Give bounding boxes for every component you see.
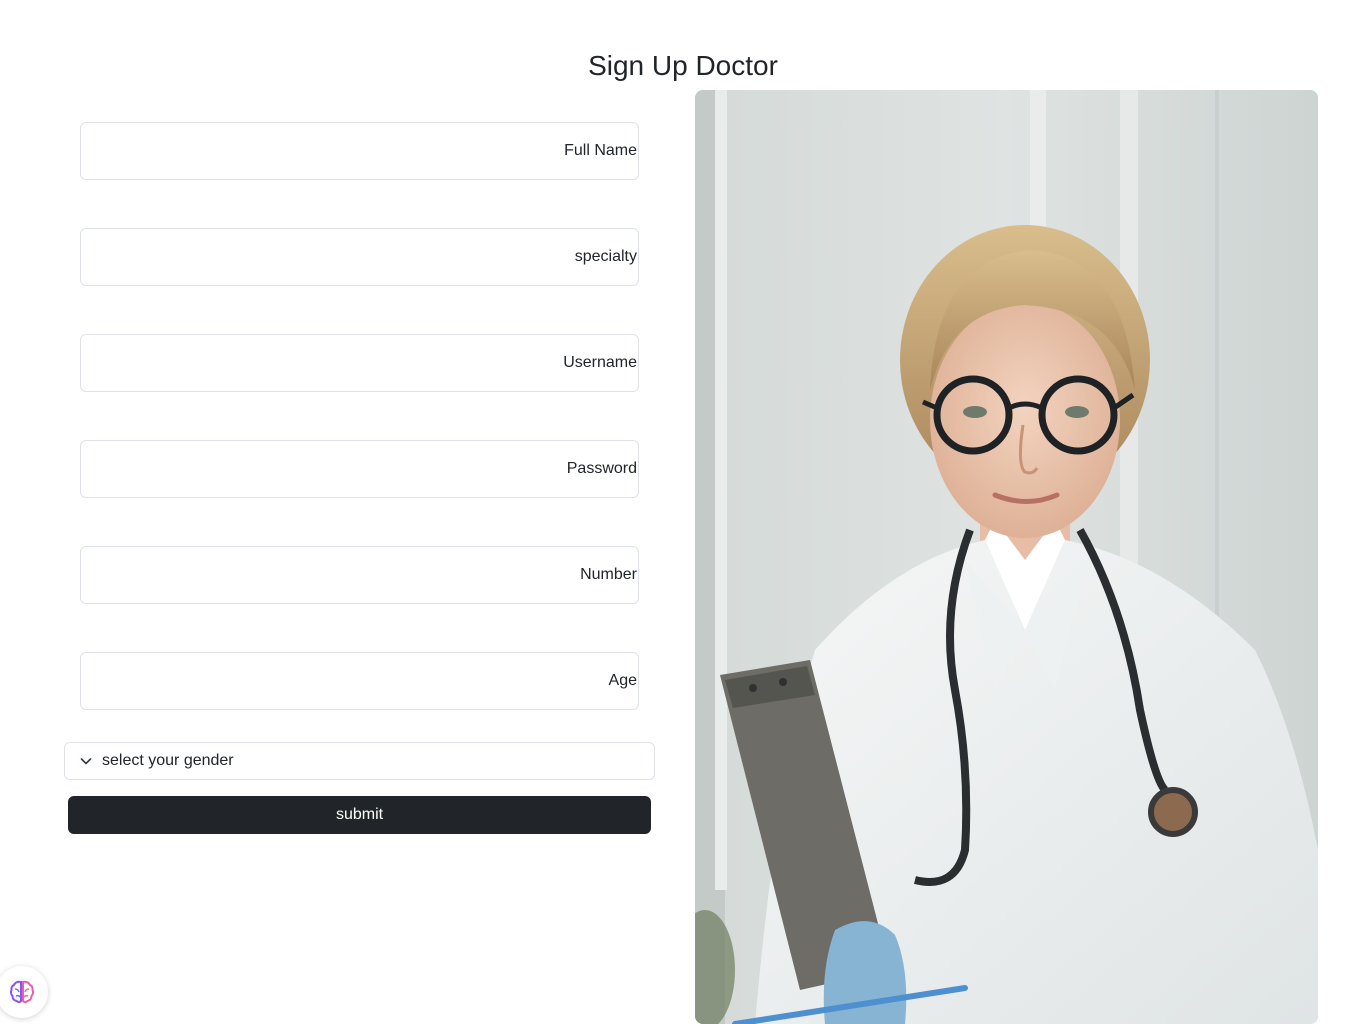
specialty-label: specialty <box>574 248 637 265</box>
doctor-photo <box>695 90 1318 1024</box>
chevron-down-icon <box>80 758 92 765</box>
doctor-illustration <box>695 90 1318 1024</box>
brain-icon <box>9 980 35 1003</box>
number-label: Number <box>580 566 637 583</box>
brain-widget-button[interactable] <box>0 966 48 1018</box>
password-label: Password <box>566 460 637 477</box>
full-name-label: Full Name <box>564 142 637 159</box>
page-title: Sign Up Doctor <box>588 50 778 81</box>
password-field[interactable]: Password <box>80 440 639 498</box>
number-field[interactable]: Number <box>80 546 639 604</box>
gender-select[interactable]: select your gender <box>64 742 655 780</box>
full-name-field[interactable]: Full Name <box>80 122 639 180</box>
age-label: Age <box>608 672 637 689</box>
username-label: Username <box>563 354 637 371</box>
specialty-field[interactable]: specialty <box>80 228 639 286</box>
gender-select-value: select your gender <box>102 752 234 769</box>
age-field[interactable]: Age <box>80 652 639 710</box>
submit-button[interactable]: submit <box>68 796 651 834</box>
username-field[interactable]: Username <box>80 334 639 392</box>
